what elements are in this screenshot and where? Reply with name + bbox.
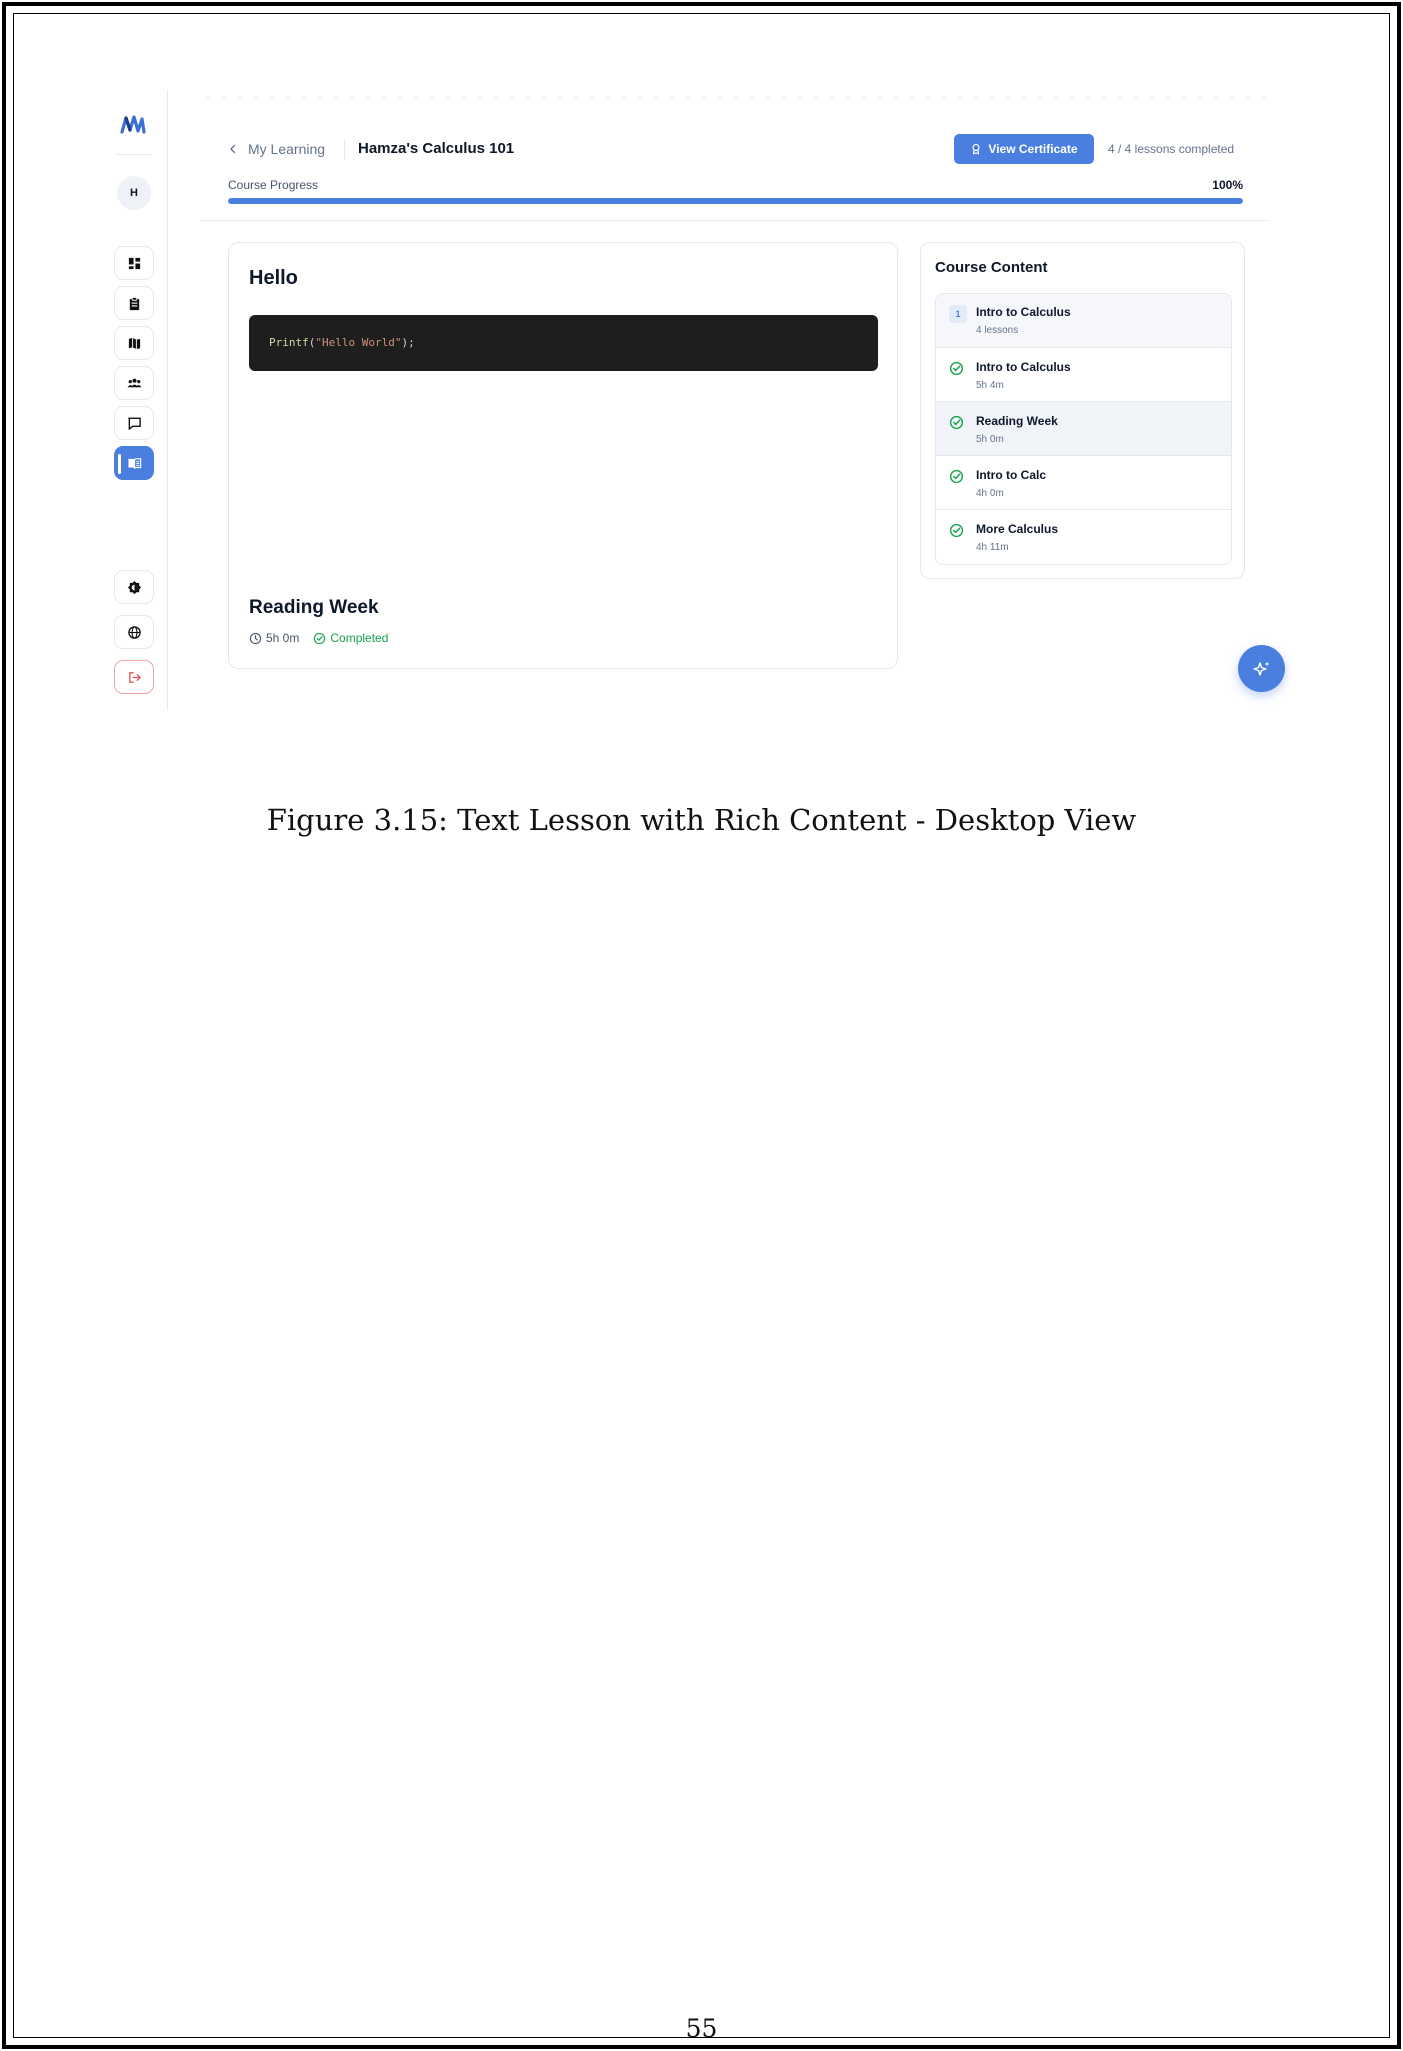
lesson-meta: 5h 0m Completed	[249, 631, 388, 645]
course-content-title: Course Content	[935, 259, 1048, 276]
module-section: 1 Intro to Calculus 4 lessons Intro to C…	[935, 293, 1232, 565]
chat-icon	[127, 417, 141, 430]
lesson-list-item-duration: 5h 0m	[976, 434, 1004, 445]
back-link-label: My Learning	[248, 141, 326, 157]
book-icon	[127, 457, 141, 469]
status-badge: Completed	[313, 631, 388, 645]
progress-bar	[228, 198, 1243, 204]
lesson-list-item[interactable]: Intro to Calc 4h 0m	[936, 455, 1231, 509]
clock-icon	[249, 632, 262, 644]
language-button[interactable]	[114, 615, 154, 649]
lesson-duration-text: 5h 0m	[266, 631, 300, 645]
code-block: Printf("Hello World");	[249, 315, 878, 371]
page-title: Hamza's Calculus 101	[358, 140, 515, 157]
lessons-completed-count: 4 / 4 lessons completed	[1108, 142, 1235, 156]
globe-icon	[127, 625, 141, 639]
code-close: );	[401, 336, 415, 349]
logout-button[interactable]	[114, 660, 154, 694]
avatar[interactable]: H	[117, 176, 151, 210]
code-function: Printf	[269, 336, 309, 349]
main-content: My Learning Hamza's Calculus 101 View Ce…	[200, 90, 1270, 710]
status-text: Completed	[330, 631, 389, 645]
sidebar-item-dashboard[interactable]	[114, 246, 154, 280]
lesson-content-heading: Hello	[249, 267, 298, 289]
clipboard-icon	[129, 296, 139, 310]
code-string: "Hello World"	[315, 336, 402, 349]
module-lesson-count: 4 lessons	[976, 325, 1019, 336]
sidebar-item-roadmap[interactable]	[114, 326, 154, 360]
lesson-list-item-title: Intro to Calculus	[976, 360, 1071, 374]
module-title: Intro to Calculus	[976, 305, 1071, 319]
chevron-left-icon	[230, 144, 236, 154]
sparkles-icon	[1252, 661, 1269, 676]
figure-caption: Figure 3.15: Text Lesson with Rich Conte…	[266, 803, 1137, 837]
lesson-list-item-duration: 5h 4m	[976, 380, 1004, 391]
course-content-panel: Course Content 1 Intro to Calculus 4 les…	[920, 242, 1245, 579]
lesson-list-item-current[interactable]: Reading Week 5h 0m	[936, 401, 1231, 455]
sidebar-item-courses[interactable]	[114, 446, 154, 480]
theme-icon	[127, 580, 141, 594]
map-icon	[128, 337, 140, 349]
check-circle-icon	[314, 632, 326, 644]
lesson-list-item-duration: 4h 11m	[976, 542, 1009, 553]
view-certificate-label: View Certificate	[988, 142, 1078, 156]
dotted-background	[200, 90, 1270, 100]
progress-bar-fill	[228, 198, 1243, 204]
sidebar-item-assignments[interactable]	[114, 286, 154, 320]
lesson-title: Reading Week	[249, 597, 379, 618]
check-circle-icon	[949, 469, 964, 484]
dashboard-icon	[128, 257, 140, 269]
check-circle-icon	[949, 415, 964, 430]
header-divider	[200, 220, 1270, 221]
progress-value: 100%	[1212, 178, 1243, 192]
sidebar-item-messages[interactable]	[114, 406, 154, 440]
breadcrumb-separator	[344, 140, 345, 160]
check-circle-icon	[949, 523, 964, 538]
page-number: 55	[685, 2014, 718, 2043]
course-header: My Learning Hamza's Calculus 101 View Ce…	[228, 134, 1243, 164]
app-logo[interactable]	[120, 112, 146, 138]
lesson-duration: 5h 0m	[249, 631, 299, 645]
award-icon	[972, 143, 981, 155]
sidebar-item-community[interactable]	[114, 366, 154, 400]
module-header[interactable]: 1 Intro to Calculus 4 lessons	[936, 294, 1231, 347]
lesson-list-item[interactable]: More Calculus 4h 11m	[936, 509, 1231, 563]
logout-icon	[128, 671, 141, 683]
lesson-list-item-title: Intro to Calc	[976, 468, 1047, 482]
people-icon	[126, 378, 142, 387]
lesson-list-item[interactable]: Intro to Calculus 5h 4m	[936, 347, 1231, 401]
check-circle-icon	[949, 361, 964, 376]
lesson-list-item-title: Reading Week	[976, 414, 1058, 428]
theme-toggle-button[interactable]	[114, 570, 154, 604]
view-certificate-button[interactable]: View Certificate	[954, 134, 1094, 164]
progress-label: Course Progress	[228, 178, 319, 192]
module-number: 1	[949, 305, 967, 323]
lesson-content-card: Hello Printf("Hello World"); Reading Wee…	[228, 242, 898, 669]
lesson-list-item-title: More Calculus	[976, 522, 1059, 536]
sidebar-divider	[116, 154, 152, 155]
back-link[interactable]: My Learning	[228, 134, 325, 164]
sidebar: H	[100, 90, 168, 710]
app-screenshot: H My Learning Hamza's Calculus 101 View …	[100, 90, 1310, 720]
ai-assistant-button[interactable]	[1238, 645, 1285, 692]
lesson-list-item-duration: 4h 0m	[976, 488, 1004, 499]
